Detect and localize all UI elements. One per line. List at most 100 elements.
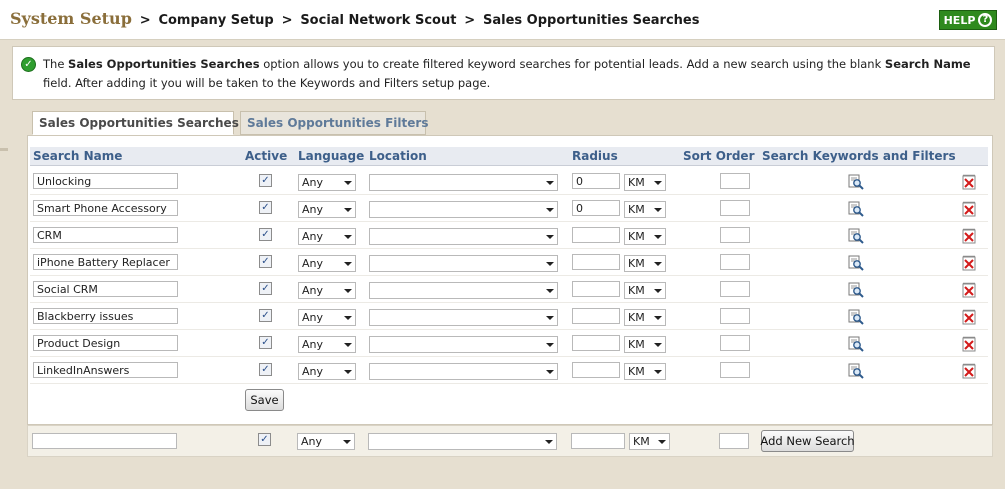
breadcrumb-root[interactable]: System Setup — [10, 9, 132, 28]
language-select[interactable]: Any — [298, 336, 356, 353]
select-value: KM — [628, 311, 645, 324]
breadcrumb-social-network-scout[interactable]: Social Network Scout — [300, 13, 456, 28]
search-name-input[interactable] — [33, 227, 178, 243]
sort-order-input[interactable] — [720, 308, 750, 324]
radius-input[interactable] — [572, 281, 620, 297]
tab-sales-opportunities-searches[interactable]: Sales Opportunities Searches — [32, 111, 239, 135]
sort-order-input[interactable] — [720, 362, 750, 378]
chevron-down-icon — [545, 440, 553, 444]
unit-select[interactable]: KM — [624, 336, 666, 353]
active-checkbox[interactable]: ✓ — [259, 282, 272, 295]
sort-order-input[interactable] — [720, 227, 750, 243]
active-checkbox[interactable]: ✓ — [259, 228, 272, 241]
new-search-language-select[interactable]: Any — [297, 433, 355, 450]
radius-input[interactable] — [572, 200, 620, 216]
red-x-delete-icon[interactable] — [962, 336, 976, 352]
magnifier-page-icon[interactable] — [848, 282, 864, 298]
select-value: KM — [633, 435, 650, 448]
red-x-delete-icon[interactable] — [962, 174, 976, 190]
magnifier-page-icon[interactable] — [848, 255, 864, 271]
language-select[interactable]: Any — [298, 309, 356, 326]
location-select[interactable] — [369, 363, 558, 380]
location-select[interactable] — [369, 228, 558, 245]
search-name-input[interactable] — [33, 362, 178, 378]
select-value: Any — [302, 284, 324, 297]
language-select[interactable]: Any — [298, 201, 356, 218]
active-checkbox[interactable]: ✓ — [259, 336, 272, 349]
page-header: System Setup > Company Setup > Social Ne… — [0, 0, 1005, 40]
tab-sales-opportunities-filters[interactable]: Sales Opportunities Filters — [240, 111, 428, 135]
language-select[interactable]: Any — [298, 363, 356, 380]
radius-input[interactable] — [572, 173, 620, 189]
language-select[interactable]: Any — [298, 282, 356, 299]
radius-input[interactable] — [572, 254, 620, 270]
magnifier-page-icon[interactable] — [848, 201, 864, 217]
search-name-input[interactable] — [33, 200, 178, 216]
select-value: Any — [301, 435, 323, 448]
location-select[interactable] — [369, 282, 558, 299]
search-name-input[interactable] — [33, 254, 178, 270]
new-search-radius-input[interactable] — [571, 433, 625, 449]
chevron-down-icon — [344, 343, 352, 347]
add-new-search-button[interactable]: Add New Search — [760, 430, 855, 452]
sort-order-input[interactable] — [720, 335, 750, 351]
active-checkbox[interactable]: ✓ — [259, 174, 272, 187]
red-x-delete-icon[interactable] — [962, 255, 976, 271]
language-select[interactable]: Any — [298, 228, 356, 245]
location-select[interactable] — [369, 309, 558, 326]
save-button[interactable]: Save — [245, 389, 284, 411]
location-select[interactable] — [369, 336, 558, 353]
unit-select[interactable]: KM — [624, 282, 666, 299]
red-x-delete-icon[interactable] — [962, 201, 976, 217]
radius-input[interactable] — [572, 227, 620, 243]
sort-order-input[interactable] — [720, 200, 750, 216]
info-text-part: option allows you to create filtered key… — [259, 57, 885, 71]
radius-input[interactable] — [572, 362, 620, 378]
chevron-down-icon — [654, 370, 662, 374]
red-x-delete-icon[interactable] — [962, 309, 976, 325]
new-search-location-select[interactable] — [368, 433, 557, 450]
chevron-down-icon — [654, 181, 662, 185]
red-x-delete-icon[interactable] — [962, 282, 976, 298]
sort-order-input[interactable] — [720, 173, 750, 189]
unit-select[interactable]: KM — [624, 255, 666, 272]
new-search-unit-select[interactable]: KM — [629, 433, 670, 450]
sort-order-input[interactable] — [720, 254, 750, 270]
red-x-delete-icon[interactable] — [962, 228, 976, 244]
search-name-input[interactable] — [33, 281, 178, 297]
new-search-active-checkbox[interactable]: ✓ — [258, 433, 271, 446]
magnifier-page-icon[interactable] — [848, 228, 864, 244]
new-search-sort-input[interactable] — [719, 433, 749, 449]
select-value: Any — [302, 203, 324, 216]
new-search-name-input[interactable] — [32, 433, 177, 449]
active-checkbox[interactable]: ✓ — [259, 255, 272, 268]
magnifier-page-icon[interactable] — [848, 363, 864, 379]
breadcrumb-company-setup[interactable]: Company Setup — [158, 13, 273, 28]
location-select[interactable] — [369, 201, 558, 218]
location-select[interactable] — [369, 255, 558, 272]
magnifier-page-icon[interactable] — [848, 336, 864, 352]
radius-input[interactable] — [572, 335, 620, 351]
search-name-input[interactable] — [33, 335, 178, 351]
active-checkbox[interactable]: ✓ — [259, 309, 272, 322]
unit-select[interactable]: KM — [624, 363, 666, 380]
column-sort-order: Sort Order — [683, 149, 755, 163]
active-checkbox[interactable]: ✓ — [259, 363, 272, 376]
magnifier-page-icon[interactable] — [848, 174, 864, 190]
language-select[interactable]: Any — [298, 255, 356, 272]
active-checkbox[interactable]: ✓ — [259, 201, 272, 214]
sort-order-input[interactable] — [720, 281, 750, 297]
red-x-delete-icon[interactable] — [962, 363, 976, 379]
magnifier-page-icon[interactable] — [848, 309, 864, 325]
search-name-input[interactable] — [33, 308, 178, 324]
unit-select[interactable]: KM — [624, 228, 666, 245]
location-select[interactable] — [369, 174, 558, 191]
select-value: KM — [628, 365, 645, 378]
help-button[interactable]: HELP ? — [939, 10, 997, 30]
search-name-input[interactable] — [33, 173, 178, 189]
unit-select[interactable]: KM — [624, 174, 666, 191]
language-select[interactable]: Any — [298, 174, 356, 191]
unit-select[interactable]: KM — [624, 201, 666, 218]
unit-select[interactable]: KM — [624, 309, 666, 326]
radius-input[interactable] — [572, 308, 620, 324]
